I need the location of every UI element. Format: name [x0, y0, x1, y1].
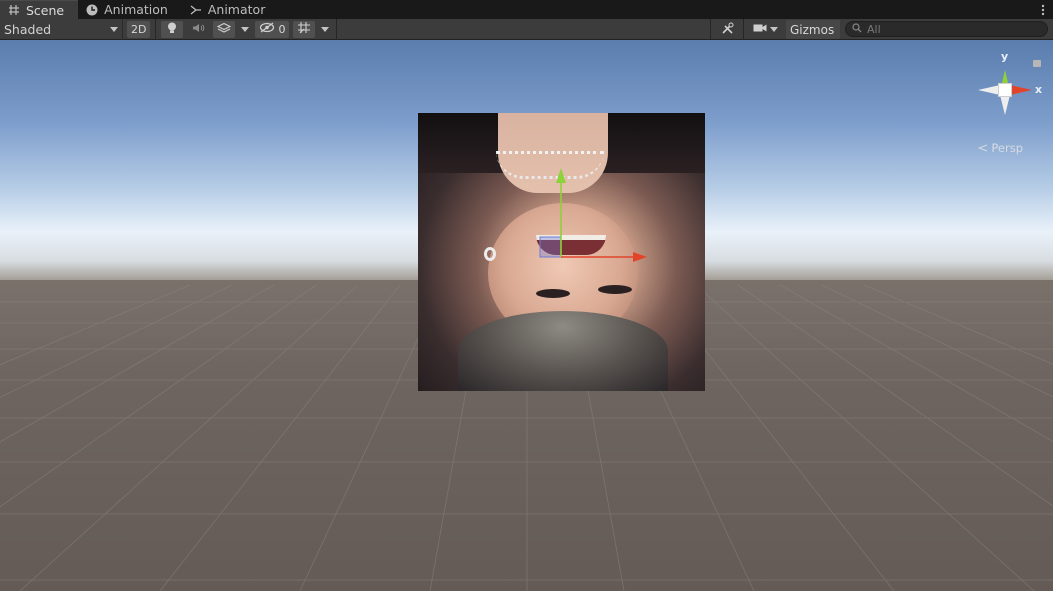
lighting-toggle-button[interactable] [161, 20, 184, 38]
tab-animation[interactable]: Animation [78, 0, 182, 19]
search-icon [852, 22, 862, 36]
animator-icon [190, 4, 202, 16]
toggle-2d-label: 2D [131, 22, 147, 36]
tools-button[interactable] [716, 21, 738, 38]
more-options-icon[interactable] [1033, 0, 1053, 19]
right-tools-group: Gizmos [707, 19, 860, 40]
effects-toggle-button[interactable] [213, 20, 236, 38]
tab-label: Animation [104, 2, 168, 17]
search-placeholder: All [867, 22, 881, 36]
orientation-gizmo[interactable]: y x Persp [963, 48, 1053, 158]
xy-plane-handle [539, 236, 562, 258]
perspective-icon [977, 141, 992, 155]
grid-toggle-button[interactable] [293, 20, 316, 38]
gizmos-button[interactable]: Gizmos [786, 20, 841, 39]
lightbulb-icon [167, 22, 177, 37]
chevron-down-icon [241, 26, 250, 32]
axis-y-label: y [1001, 50, 1009, 63]
grid-dropdown[interactable] [319, 21, 331, 38]
projection-label-text: Persp [991, 141, 1023, 155]
tab-label: Scene [26, 2, 65, 18]
layers-effects-icon [217, 22, 232, 37]
axis-x-label: x [1035, 83, 1043, 96]
scene-toolbar: Shaded 2D 0 Gizmos All [0, 18, 1053, 40]
chevron-down-icon [770, 27, 778, 32]
scene-visibility-toggle[interactable]: 0 [255, 20, 290, 38]
gizmos-label: Gizmos [790, 22, 835, 37]
toggle-2d-button[interactable]: 2D [127, 20, 151, 38]
shading-mode-label: Shaded [4, 21, 52, 37]
tab-label: Animator [207, 2, 266, 17]
x-axis-arrow-icon [633, 252, 647, 262]
shading-mode-dropdown[interactable]: Shaded [0, 18, 123, 40]
scene-search-input[interactable]: All [845, 21, 1048, 37]
move-tool-gizmo[interactable] [0, 40, 1053, 591]
tab-animator[interactable]: Animator [182, 0, 279, 19]
hidden-count: 0 [278, 22, 286, 36]
chevron-down-icon [110, 26, 118, 32]
wrench-tools-icon [721, 22, 734, 38]
tab-scene[interactable]: Scene [0, 0, 79, 19]
hash-icon [8, 4, 20, 16]
audio-toggle-button[interactable] [187, 21, 209, 38]
camera-settings-button[interactable] [749, 21, 782, 38]
y-axis-arrow-icon [556, 168, 566, 183]
projection-label[interactable]: Persp [977, 141, 1023, 155]
scene-viewport[interactable]: y x Persp [0, 40, 1053, 591]
clock-icon [86, 4, 98, 16]
grid-icon [297, 21, 311, 37]
hidden-eye-icon [259, 22, 275, 36]
window-tab-bar: Scene Animation Animator [0, 0, 1053, 19]
chevron-down-icon [321, 26, 330, 32]
camera-icon [753, 23, 767, 36]
speaker-icon [192, 23, 205, 36]
effects-dropdown[interactable] [239, 21, 251, 38]
